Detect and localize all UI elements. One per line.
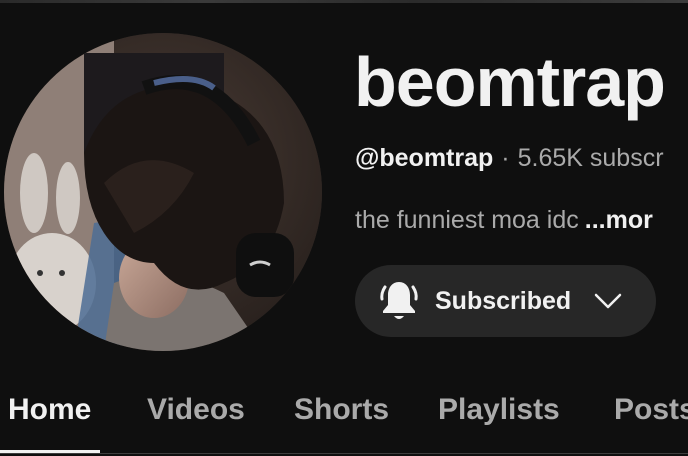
description-text: the funniest moa idc [355, 206, 579, 234]
meta-separator: · [501, 144, 510, 172]
subscribed-label: Subscribed [435, 286, 572, 315]
chevron-down-icon [594, 293, 622, 309]
more-link[interactable]: ...mor [585, 206, 653, 234]
subscriber-count: 5.65K subscr [517, 144, 664, 172]
bell-icon [380, 282, 418, 319]
tab-playlists[interactable]: Playlists [438, 390, 560, 430]
channel-avatar[interactable] [4, 33, 322, 351]
channel-meta: @beomtrap · 5.65K subscr [355, 142, 664, 174]
channel-tabs: Home Videos Shorts Playlists Posts [0, 384, 688, 456]
channel-handle[interactable]: @beomtrap [355, 144, 493, 172]
channel-description[interactable]: the funniest moa idc ...mor [355, 204, 653, 236]
tab-home[interactable]: Home [8, 390, 91, 430]
tab-videos[interactable]: Videos [147, 390, 245, 430]
top-strip [0, 0, 688, 3]
subscribed-button[interactable]: Subscribed [355, 265, 656, 337]
avatar-image [4, 33, 322, 351]
channel-name: beomtrap [354, 43, 666, 121]
tabs-divider [0, 453, 688, 454]
tab-shorts[interactable]: Shorts [294, 390, 389, 430]
tab-posts[interactable]: Posts [614, 390, 688, 430]
